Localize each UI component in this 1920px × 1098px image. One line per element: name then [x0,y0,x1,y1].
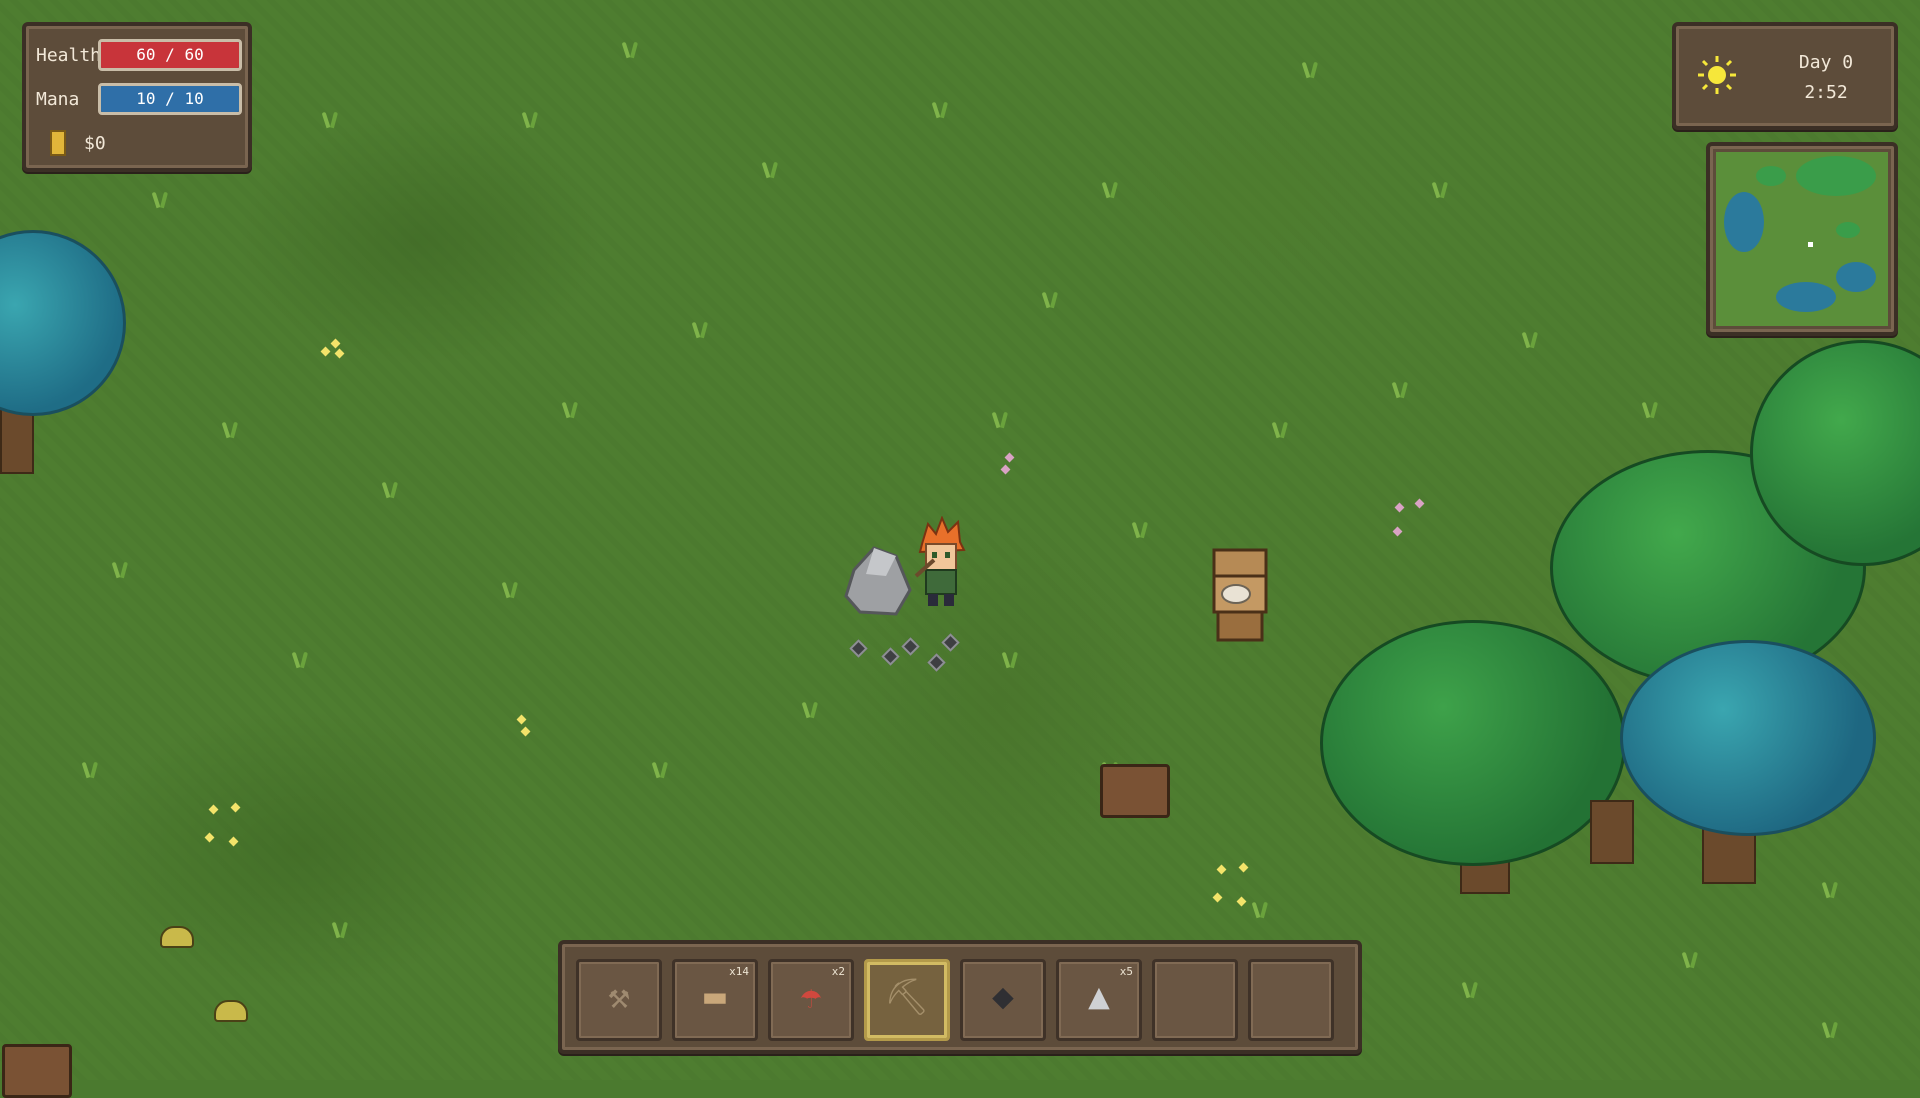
hotbar: ⚒ ▬ x14 ☂ x2 ⛏ ◆ ▲ x5 [558,940,1362,1054]
grass-tuft [320,110,342,128]
player-character [914,516,966,606]
mushroom[interactable] [160,926,194,948]
storage-chest[interactable] [2,1044,72,1098]
grass-tuft [220,420,242,438]
grass-tuft [150,190,172,208]
grass-tuft [990,410,1012,428]
minimap-water [1776,282,1836,312]
mana-bar: 10 / 10 [98,83,242,115]
stone-icon: ▲ [1088,976,1110,1017]
hotbar-slot-1[interactable]: ⚒ [576,959,662,1041]
grass-tuft [1040,290,1062,308]
axe-icon: ⚒ [608,976,630,1017]
grass-tuft [650,760,672,778]
grass-tuft [1130,520,1152,538]
grass-tuft [1680,950,1702,968]
grass-tuft [380,480,402,498]
minimap-forest [1836,222,1860,238]
time-of-day: 2:52 [1804,82,1848,103]
grass-tuft [1820,880,1842,898]
log-icon: ▬ [704,976,726,1017]
grass-tuft [80,760,102,778]
hotbar-slot-5[interactable]: ◆ [960,959,1046,1041]
grass-tuft [520,110,542,128]
grass-tuft [110,560,132,578]
grass-tuft [930,100,952,118]
day-counter: Day 0 [1798,52,1854,73]
money-row: $0 [36,128,106,158]
grass-tuft [760,160,782,178]
mana-label: Mana [36,88,80,110]
yellow-flower [1212,862,1249,907]
item-count: x5 [1119,965,1133,978]
grass-tuft [330,920,352,938]
game-world[interactable] [0,0,1920,1098]
yellow-flower [512,714,538,737]
stone-fragment[interactable] [881,647,900,666]
health-bar: 60 / 60 [98,39,242,71]
minimap-forest [1796,156,1876,196]
mana-row: Mana 10 / 10 [36,83,242,115]
pickaxe-icon: ⛏ [884,977,930,1018]
grass-tuft [1460,980,1482,998]
grass-tuft [1100,180,1122,198]
grass-tuft [1270,420,1292,438]
health-label: Health [36,44,102,66]
yellow-flower [204,802,241,847]
stone-fragment[interactable] [927,653,946,672]
grass-tuft [690,320,712,338]
crafting-station[interactable] [1210,546,1270,646]
minimap-terrain [1716,152,1888,326]
item-count: x14 [729,965,749,978]
hotbar-slot-6[interactable]: ▲ x5 [1056,959,1142,1041]
hotbar-slot-4[interactable]: ⛏ [864,959,950,1041]
mushroom[interactable] [214,1000,248,1022]
coin-icon [50,130,66,156]
grass-tuft [1520,330,1542,348]
grass-tuft [1000,650,1022,668]
grass-tuft [1390,380,1412,398]
grass-tuft [560,400,582,418]
health-value: 60 / 60 [136,45,204,64]
rock-node[interactable] [840,540,918,620]
blue-tree[interactable] [0,230,126,416]
mana-value: 10 / 10 [136,89,204,108]
minimap-forest [1756,166,1786,186]
minimap-water [1724,192,1764,252]
sun-icon [1698,56,1736,94]
blue-tree[interactable] [1620,640,1876,836]
pink-flower [1000,452,1026,475]
grass-tuft [1640,400,1662,418]
grass-tuft [1820,1020,1842,1038]
grass-tuft [800,700,822,718]
grass-tuft [620,40,642,58]
grass-tuft [290,650,312,668]
grass-tuft [1250,900,1272,918]
grass-tuft [500,580,522,598]
pink-flower [1392,498,1425,537]
storage-chest[interactable] [1100,764,1170,818]
hotbar-slot-7[interactable] [1152,959,1238,1041]
hotbar-slot-3[interactable]: ☂ x2 [768,959,854,1041]
stone-fragment[interactable] [849,639,868,658]
coal-icon: ◆ [992,976,1014,1017]
tree-trunk [1590,800,1634,864]
minimap-water [1836,262,1876,292]
item-count: x2 [831,965,845,978]
player-stats-panel: Health 60 / 60 Mana 10 / 10 $0 [22,22,252,172]
grass-tuft [1430,180,1452,198]
minimap[interactable] [1706,142,1898,336]
green-tree[interactable] [1320,620,1626,866]
yellow-flower [320,338,346,360]
money-amount: $0 [84,132,106,154]
mushroom-icon: ☂ [800,976,822,1017]
stone-fragment[interactable] [901,637,920,656]
stone-fragment[interactable] [941,633,960,652]
hotbar-slot-8[interactable] [1248,959,1334,1041]
health-row: Health 60 / 60 [36,39,242,71]
grass-tuft [1300,60,1322,78]
day-clock-panel: Day 0 2:52 [1672,22,1898,130]
hotbar-slot-2[interactable]: ▬ x14 [672,959,758,1041]
minimap-player-marker [1808,242,1813,247]
